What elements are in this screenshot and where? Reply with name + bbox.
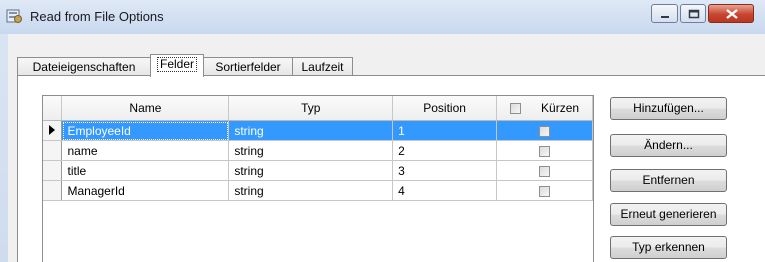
close-button[interactable]: [708, 4, 754, 23]
cell-type[interactable]: string: [228, 160, 394, 181]
column-header-type[interactable]: Typ: [228, 96, 394, 121]
fields-table: Name Typ Position Kürzen EmployeeId stri…: [43, 96, 593, 201]
column-header-position[interactable]: Position: [392, 96, 498, 121]
column-header-trim-label: Kürzen: [541, 101, 580, 115]
row-pointer-icon: [49, 124, 56, 135]
cell-trim[interactable]: [496, 120, 593, 141]
cell-type[interactable]: string: [228, 180, 394, 201]
trim-checkbox[interactable]: [539, 185, 551, 197]
grid-header-row: Name Typ Position Kürzen: [43, 96, 593, 121]
add-button[interactable]: Hinzufügen...: [610, 97, 727, 120]
row-header-corner: [43, 96, 63, 121]
tab-label: Dateieigenschaften: [32, 60, 136, 74]
cell-name[interactable]: name: [61, 140, 230, 161]
tab-label: Felder: [156, 57, 197, 72]
tab-laufzeit[interactable]: Laufzeit: [292, 57, 353, 76]
detect-type-button[interactable]: Typ erkennen: [610, 236, 727, 259]
row-header[interactable]: [43, 160, 63, 181]
cell-position[interactable]: 2: [392, 140, 498, 161]
cell-name[interactable]: ManagerId: [61, 180, 230, 201]
close-icon: [726, 9, 738, 19]
cell-position[interactable]: 1: [392, 120, 498, 141]
window-title: Read from File Options: [30, 9, 164, 24]
remove-button[interactable]: Entfernen: [610, 169, 727, 192]
minimize-icon: [661, 16, 669, 18]
trim-checkbox[interactable]: [539, 125, 551, 137]
table-row[interactable]: EmployeeId string 1: [43, 120, 593, 141]
table-row[interactable]: title string 3: [43, 160, 593, 181]
cell-type[interactable]: string: [228, 120, 394, 141]
trim-checkbox[interactable]: [539, 165, 551, 177]
table-row[interactable]: ManagerId string 4: [43, 180, 593, 201]
tab-label: Laufzeit: [301, 60, 344, 74]
column-header-trim[interactable]: Kürzen: [496, 96, 593, 121]
cell-trim[interactable]: [496, 180, 593, 201]
row-header[interactable]: [43, 140, 63, 161]
maximize-button[interactable]: [680, 4, 706, 23]
table-row[interactable]: name string 2: [43, 140, 593, 161]
read-file-app-icon: [6, 9, 22, 23]
regenerate-button[interactable]: Erneut generieren: [610, 203, 727, 226]
tab-dateieigenschaften[interactable]: Dateieigenschaften: [17, 57, 151, 76]
tab-label: Sortierfelder: [215, 60, 281, 74]
cell-position[interactable]: 4: [392, 180, 498, 201]
trim-checkbox[interactable]: [539, 145, 551, 157]
fields-grid[interactable]: Name Typ Position Kürzen EmployeeId stri…: [42, 95, 594, 262]
cell-name[interactable]: EmployeeId: [61, 120, 230, 141]
tab-felder[interactable]: Felder: [150, 54, 204, 77]
edit-button[interactable]: Ändern...: [610, 134, 727, 157]
trim-all-checkbox[interactable]: [510, 103, 522, 115]
cell-name[interactable]: title: [61, 160, 230, 181]
cell-position[interactable]: 3: [392, 160, 498, 181]
maximize-icon: [688, 9, 700, 19]
dialog-window: Read from File Options Dateieigenschafte…: [0, 0, 765, 262]
row-header[interactable]: [43, 180, 63, 201]
cell-trim[interactable]: [496, 160, 593, 181]
column-header-name[interactable]: Name: [61, 96, 230, 121]
title-bar[interactable]: Read from File Options: [0, 0, 765, 34]
cell-trim[interactable]: [496, 140, 593, 161]
row-header[interactable]: [43, 120, 63, 141]
cell-type[interactable]: string: [228, 140, 394, 161]
minimize-button[interactable]: [651, 4, 678, 23]
tab-sortierfelder[interactable]: Sortierfelder: [203, 57, 293, 76]
